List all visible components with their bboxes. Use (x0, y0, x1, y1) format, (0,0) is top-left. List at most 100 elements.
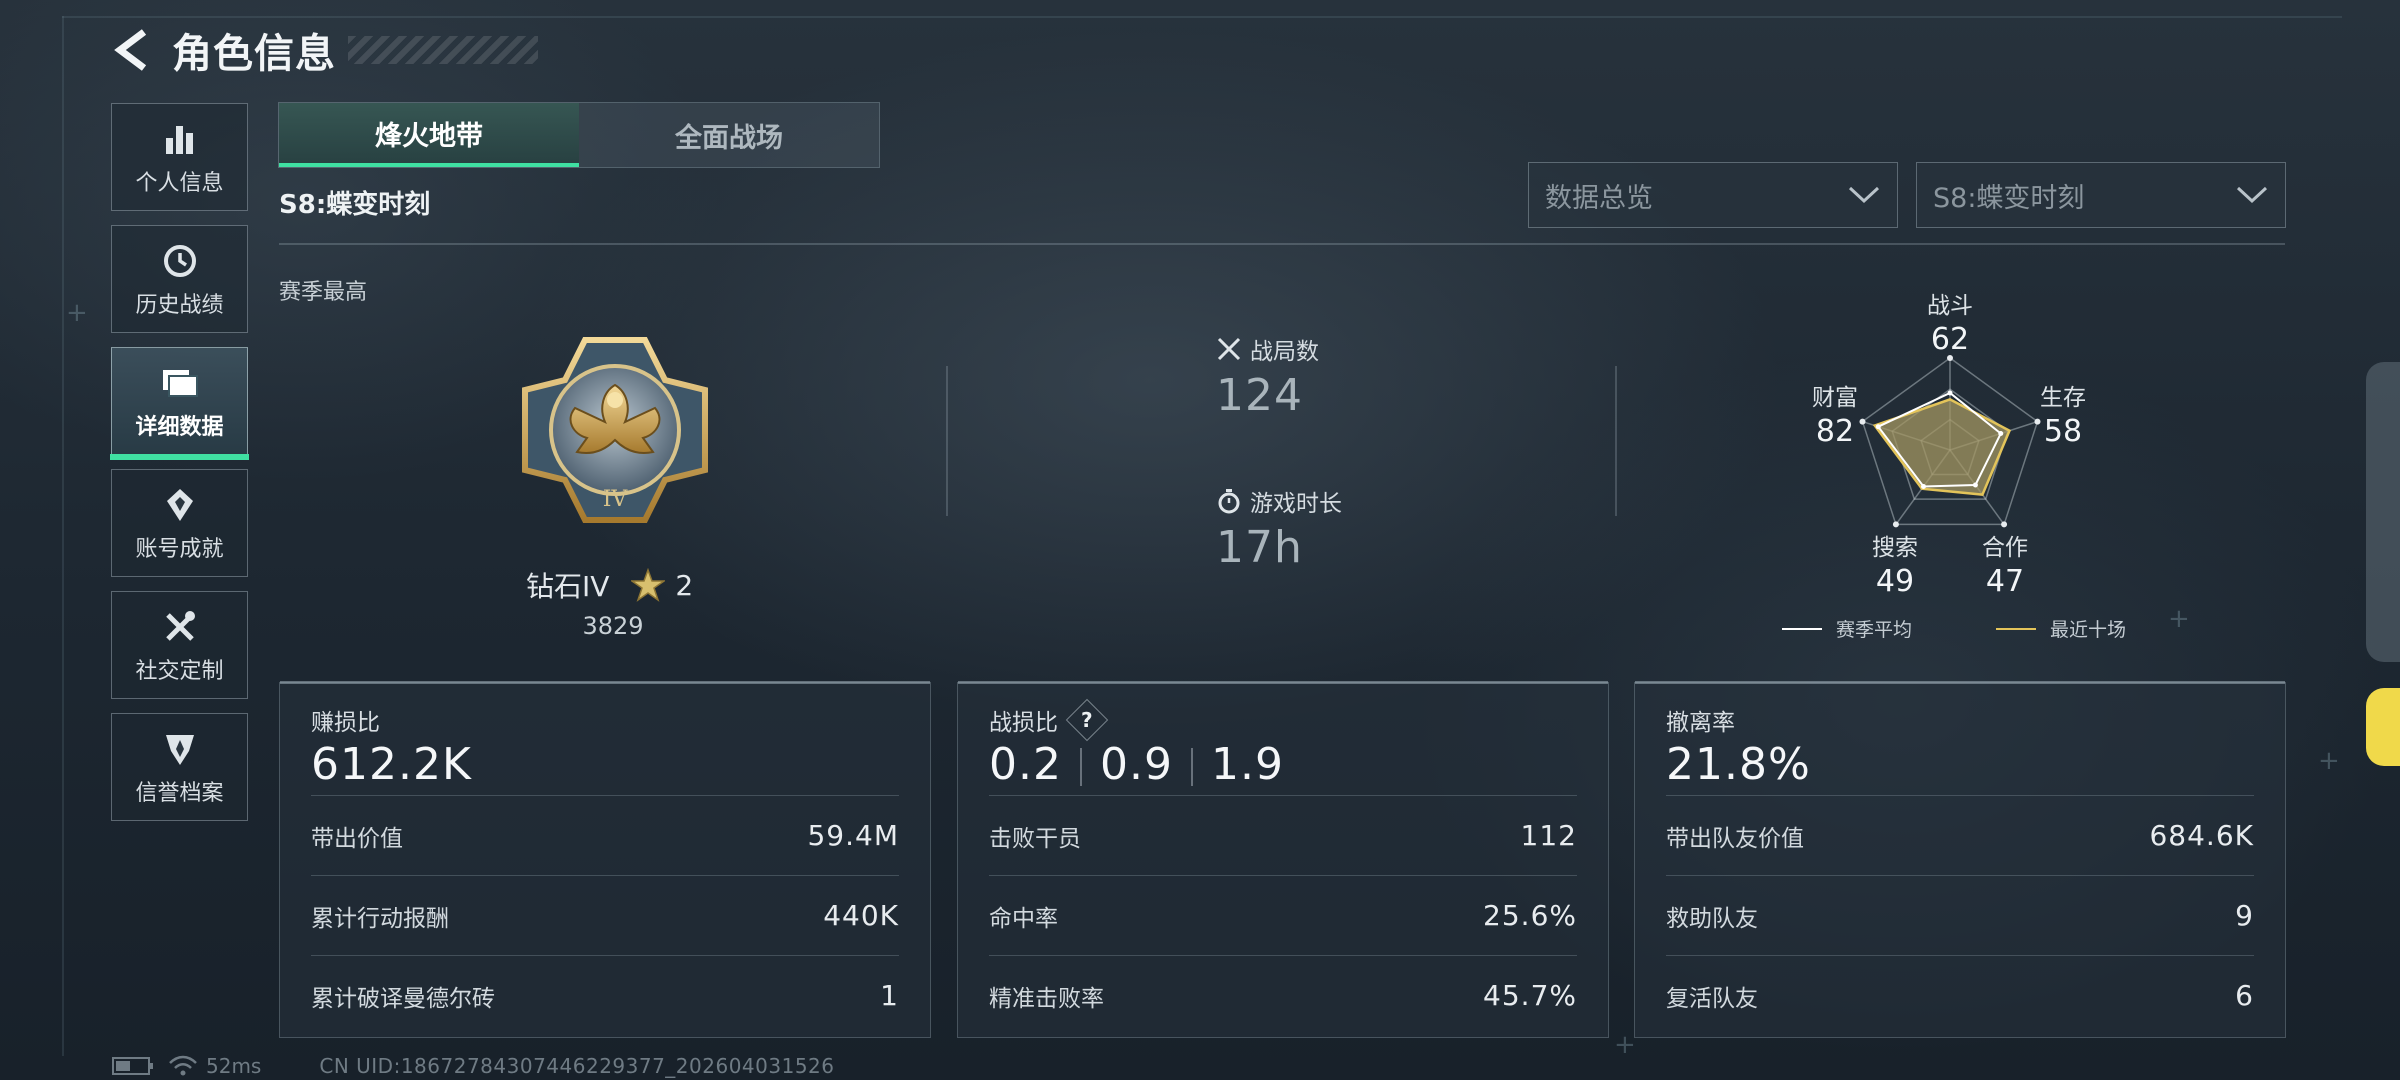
radar-label-survival: 生存 58 (2040, 385, 2086, 449)
sidebar-item-social[interactable]: 社交定制 (111, 591, 248, 699)
tools-icon (158, 605, 202, 649)
title-stripe-decoration (348, 36, 538, 64)
matches-label: 战局数 (1250, 339, 1319, 365)
season-high-label: 赛季最高 (279, 280, 368, 305)
rank-line: 钻石IV 2 (526, 565, 693, 605)
legend-swatch (1782, 627, 1822, 630)
table-row: 救助队友 9 (1666, 875, 2254, 955)
sidebar-item-label: 社交定制 (135, 659, 224, 684)
folder-icon (158, 361, 202, 405)
tab-fire-zone[interactable]: 烽火地带 (279, 103, 579, 167)
radar-point-season (1972, 482, 1978, 488)
legend-season-average: 赛季平均 (1782, 615, 1912, 642)
radar-point-season (1998, 431, 2004, 437)
tab-full-battlefield[interactable]: 全面战场 (579, 103, 879, 167)
radar-label-cooperation: 合作 47 (1982, 535, 2028, 599)
mode-tabs: 烽火地带 全面战场 (278, 102, 880, 168)
rank-stars: 2 (675, 568, 694, 602)
ping-value: 52ms (206, 1054, 262, 1078)
user-uid: CN UID:18672784307446229377_202604031526 (319, 1054, 835, 1078)
chevron-down-icon (1848, 186, 1880, 204)
battery-icon (112, 1057, 153, 1075)
help-icon[interactable]: ? (1065, 698, 1109, 742)
radar-axis-dot (2001, 521, 2008, 528)
radar-chart: 战斗 62 生存 58 合作 47 搜索 49 财富 82 (1780, 280, 2120, 610)
table-row: 带出队友价值 684.6K (1666, 795, 2254, 875)
sidebar-item-label: 个人信息 (135, 171, 224, 196)
badge-icon (158, 727, 202, 771)
playtime-label: 游戏时长 (1250, 491, 1342, 517)
dropdown-value: S8:蝶变时刻 (1933, 182, 2085, 214)
card-main-value: 612.2K (311, 739, 472, 790)
radar-label-search: 搜索 49 (1872, 535, 1918, 599)
radar-point-season (1921, 483, 1927, 489)
card-main-value: 21.8% (1666, 739, 1811, 790)
history-icon (158, 239, 202, 283)
status-footer: 52ms CN UID:18672784307446229377_2026040… (112, 1054, 835, 1078)
sidebar-item-label: 账号成就 (135, 537, 224, 562)
sidebar-item-label: 历史战绩 (135, 293, 224, 318)
card-kd-ratio: 战损比 ? 0.2 0.9 1.9 击败干员 112 命中率 25.6% 精准击败率 45… (957, 681, 1609, 1038)
sidebar: 个人信息 历史战绩 详细数据 账号成就 社交定制 信誉档案 (110, 103, 249, 835)
card-title: 赚损比 (311, 710, 380, 736)
matches-value: 124 (1216, 370, 1303, 421)
radar-label-wealth: 财富 82 (1812, 385, 1858, 449)
rank-score: 3829 (582, 612, 644, 640)
card-title: 撤离率 (1666, 710, 1735, 736)
table-row: 累计行动报酬 440K (311, 875, 899, 955)
crosshair-mark: + (1614, 1030, 1636, 1060)
crosshair-mark: + (2168, 604, 2190, 634)
back-button[interactable] (108, 22, 156, 78)
stopwatch-icon (1216, 488, 1242, 514)
wifi-icon (169, 1055, 197, 1076)
radar-label-combat: 战斗 62 (1927, 293, 1973, 357)
section-divider (279, 243, 2285, 245)
frame-line-top (62, 16, 2342, 18)
table-row: 复活队友 6 (1666, 955, 2254, 1035)
playtime-value: 17h (1216, 522, 1303, 573)
season-title: S8:蝶变时刻 (279, 190, 431, 220)
radar-axis-dot (1892, 521, 1899, 528)
card-title: 战损比 (989, 710, 1058, 736)
rank-emblem[interactable]: IV (515, 330, 715, 530)
rank-name: 钻石IV (526, 570, 610, 603)
notification-tab[interactable] (2366, 688, 2400, 766)
vertical-divider (1615, 366, 1617, 516)
radar-series-recent (1872, 398, 2012, 496)
diamond-rank-emblem-icon: IV (522, 337, 708, 523)
card-profit-ratio: 赚损比 612.2K 带出价值 59.4M 累计行动报酬 440K 累计破译曼德尔砖… (279, 681, 931, 1038)
data-scope-dropdown[interactable]: 数据总览 (1528, 162, 1898, 228)
sidebar-item-reputation[interactable]: 信誉档案 (111, 713, 248, 821)
playtime-stat: 游戏时长 17h (1216, 484, 1342, 573)
matches-stat: 战局数 124 (1216, 332, 1319, 421)
crosshair-mark: + (66, 298, 88, 328)
table-row: 命中率 25.6% (989, 875, 1577, 955)
back-arrow-icon (114, 29, 147, 71)
achievement-icon (158, 483, 202, 527)
page-title: 角色信息 (172, 31, 336, 77)
sidebar-item-detailed-data[interactable]: 详细数据 (110, 347, 249, 460)
sidebar-item-history[interactable]: 历史战绩 (111, 225, 248, 333)
season-dropdown[interactable]: S8:蝶变时刻 (1916, 162, 2286, 228)
star-icon (631, 568, 666, 602)
vertical-divider (946, 366, 948, 516)
crosshair-mark: + (2318, 746, 2340, 776)
radar-point-season (1947, 390, 1953, 396)
svg-text:IV: IV (603, 487, 629, 512)
page-header: 角色信息 (108, 22, 538, 78)
chevron-down-icon (2236, 186, 2268, 204)
card-main-value: 0.2 0.9 1.9 (989, 739, 1284, 790)
table-row: 精准击败率 45.7% (989, 955, 1577, 1035)
legend-recent-ten: 最近十场 (1996, 615, 2126, 642)
frame-line-left (62, 16, 64, 1056)
sidebar-item-achievements[interactable]: 账号成就 (111, 469, 248, 577)
dropdown-value: 数据总览 (1545, 182, 1653, 214)
sidebar-item-label: 详细数据 (135, 415, 224, 440)
crossed-swords-icon (1216, 336, 1242, 362)
table-row: 累计破译曼德尔砖 1 (311, 955, 899, 1035)
sidebar-item-profile[interactable]: 个人信息 (111, 103, 248, 211)
side-panel-handle[interactable] (2366, 362, 2400, 662)
card-extraction-rate: 撤离率 21.8% 带出队友价值 684.6K 救助队友 9 复活队友 6 (1634, 681, 2286, 1038)
bar-chart-icon (158, 117, 202, 161)
legend-swatch (1996, 627, 2036, 630)
